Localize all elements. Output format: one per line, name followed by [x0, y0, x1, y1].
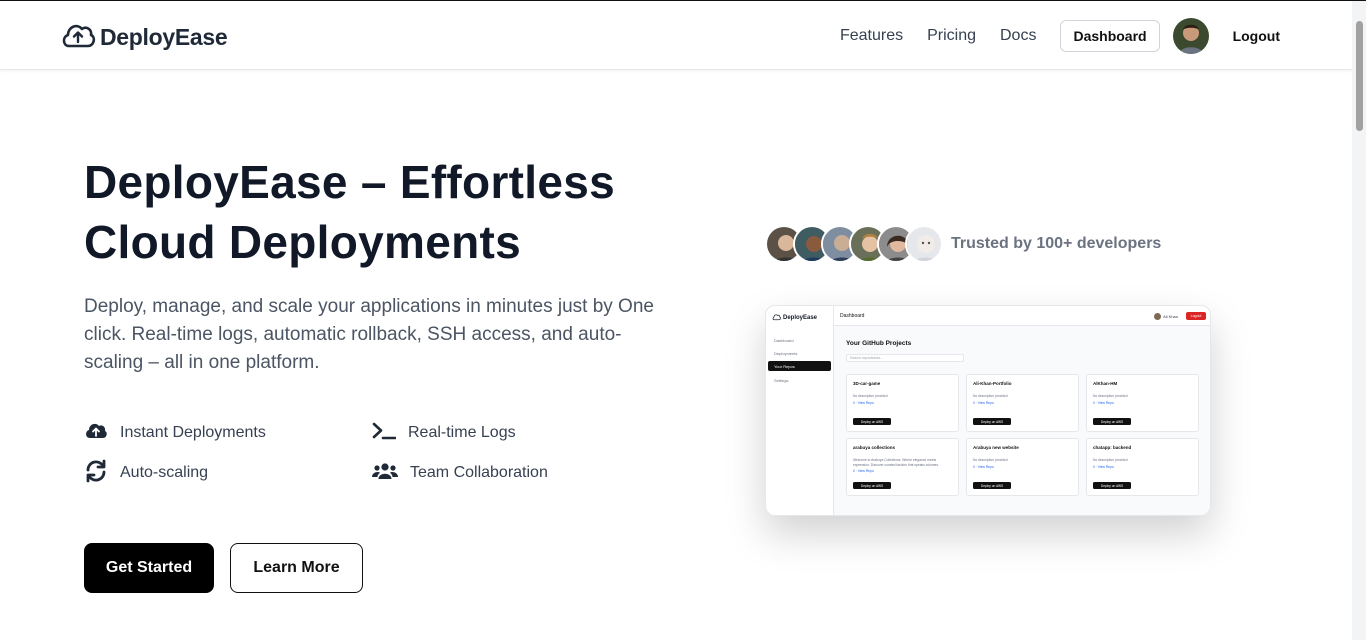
project-deploy-button: Deploy on AWS: [1093, 482, 1131, 489]
hero-description: Deploy, manage, and scale your applicati…: [84, 296, 654, 373]
trusted-text: Trusted by 100+ developers: [951, 235, 1162, 252]
nav-link-features[interactable]: Features: [840, 27, 903, 45]
feature-auto-scaling: Auto-scaling: [84, 459, 372, 488]
preview-user-name: Ali Khan: [1163, 314, 1178, 319]
hero-title: DeployEase – Effortless Cloud Deployment…: [84, 152, 704, 272]
preview-nav-deployments: Deployments: [774, 350, 798, 356]
preview-logout-button: Logout: [1186, 312, 1206, 320]
project-meta: 0 · View Repo: [853, 469, 874, 473]
preview-heading: Your GitHub Projects: [846, 340, 912, 347]
feature-team-collaboration: Team Collaboration: [372, 461, 604, 485]
project-deploy-button: Deploy on AWS: [973, 482, 1011, 489]
preview-nav-settings: Settings: [774, 377, 789, 383]
hero-title-line-1: DeployEase – Effortless: [84, 156, 616, 208]
feature-label: Auto-scaling: [120, 464, 209, 481]
project-name: Arabuya new website: [973, 445, 1019, 450]
preview-nav-your-repos: Your Repos: [768, 361, 831, 371]
preview-brand: DeployEase: [772, 313, 817, 323]
feature-instant-deployments: Instant Deployments: [84, 421, 372, 445]
cloud-upload-logo-icon: [60, 20, 96, 55]
get-started-button[interactable]: Get Started: [84, 543, 214, 593]
project-name: arabuya collections: [853, 445, 896, 450]
preview-user: Ali Khan: [1154, 313, 1178, 320]
preview-search: Search repositories...: [846, 354, 964, 362]
terminal-icon: [372, 421, 397, 446]
preview-project-card: arabuya collections Welcome to Arabuya C…: [846, 438, 959, 496]
preview-project-card: Ali-Khan-Portfolio No description provid…: [966, 374, 1079, 432]
hero-title-line-2: Cloud Deployments: [84, 216, 522, 268]
nav-link-pricing[interactable]: Pricing: [927, 27, 976, 45]
feature-label: Team Collaboration: [410, 464, 548, 481]
preview-project-card: AlKhan-HM No description provided 0 · Vi…: [1086, 374, 1199, 432]
dashboard-preview-image: DeployEase Dashboard Deployments Your Re…: [765, 305, 1211, 516]
project-meta: 0 · View Repo: [973, 464, 994, 469]
dashboard-button[interactable]: Dashboard: [1060, 20, 1160, 52]
preview-page-title: Dashboard: [840, 313, 865, 319]
top-nav: Features Pricing Docs Dashboard Logout: [840, 18, 1280, 54]
project-name: Ali-Khan-Portfolio: [973, 381, 1012, 386]
project-deploy-button: Deploy on AWS: [973, 418, 1011, 425]
sync-icon: [84, 459, 108, 488]
preview-project-card: Arabuya new website No description provi…: [966, 438, 1079, 496]
learn-more-button[interactable]: Learn More: [230, 543, 363, 593]
project-description: Welcome to Arabuya Collections. Where el…: [853, 458, 939, 467]
project-deploy-button: Deploy on AWS: [853, 482, 891, 489]
developer-avatar: [905, 225, 943, 263]
preview-project-card: chatapp: backend No description provided…: [1086, 438, 1199, 496]
site-header: DeployEase Features Pricing Docs Dashboa…: [0, 1, 1352, 70]
preview-topbar: Dashboard Ali Khan Logout: [834, 306, 1210, 326]
project-deploy-button: Deploy on AWS: [1093, 418, 1131, 425]
feature-real-time-logs: Real-time Logs: [372, 421, 604, 445]
project-meta: 0 · View Repo: [1093, 400, 1114, 405]
project-meta: 0 · View Repo: [1093, 464, 1114, 469]
avatar-stack: [765, 225, 943, 263]
feature-label: Instant Deployments: [120, 424, 266, 441]
trusted-by-section: Trusted by 100+ developers: [765, 225, 1161, 263]
brand-logo[interactable]: DeployEase: [60, 20, 228, 55]
logout-link[interactable]: Logout: [1233, 28, 1280, 44]
project-description: No description provided: [973, 458, 1008, 462]
preview-sidebar: DeployEase Dashboard Deployments Your Re…: [766, 306, 834, 515]
page-scrollbar[interactable]: [1352, 1, 1366, 640]
preview-project-grid: 3D-car-game No description provided 0 · …: [846, 374, 1200, 496]
feature-list: Instant Deployments Real-time Logs Auto-…: [84, 421, 604, 485]
feature-label: Real-time Logs: [408, 424, 516, 441]
project-name: AlKhan-HM: [1093, 381, 1118, 386]
brand-name: DeployEase: [100, 24, 228, 50]
project-description: No description provided: [853, 394, 888, 398]
project-deploy-button: Deploy on AWS: [853, 418, 891, 425]
project-name: chatapp: backend: [1093, 445, 1132, 450]
scrollbar-thumb[interactable]: [1356, 21, 1363, 131]
users-icon: [372, 461, 398, 486]
user-avatar[interactable]: [1172, 18, 1209, 54]
project-description: No description provided: [973, 394, 1008, 398]
project-description: No description provided: [1093, 394, 1128, 398]
project-description: No description provided: [1093, 458, 1128, 462]
project-meta: 0 · View Repo: [853, 400, 874, 405]
project-name: 3D-car-game: [853, 381, 881, 386]
nav-link-docs[interactable]: Docs: [1000, 27, 1036, 45]
cloud-logo-icon: [772, 313, 781, 323]
preview-user-avatar: [1154, 313, 1162, 320]
project-meta: 0 · View Repo: [973, 400, 994, 405]
preview-nav-dashboard: Dashboard: [774, 337, 794, 343]
preview-brand-name: DeployEase: [783, 315, 818, 321]
cloud-upload-icon: [84, 421, 108, 446]
preview-project-card: 3D-car-game No description provided 0 · …: [846, 374, 959, 432]
